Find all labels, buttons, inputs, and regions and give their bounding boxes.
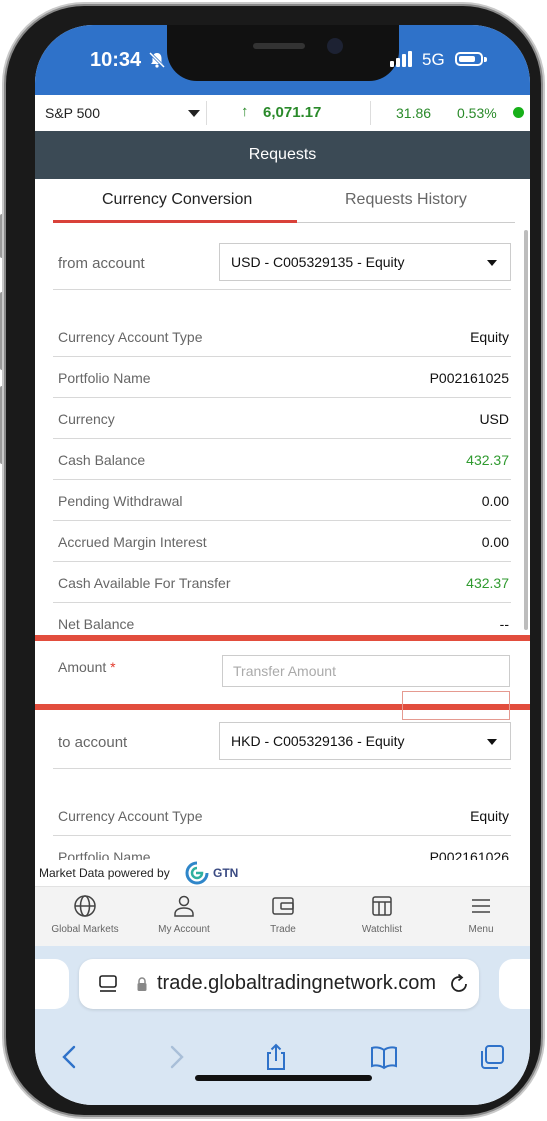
to-account-row: to account HKD - C005329136 - Equity <box>53 715 511 769</box>
active-tab-indicator <box>53 220 297 223</box>
to-account-value: HKD - C005329136 - Equity <box>231 733 405 749</box>
info-value: USD <box>479 411 509 427</box>
gtn-brand: GTN <box>213 866 239 880</box>
from-account-value: USD - C005329135 - Equity <box>231 254 405 270</box>
next-tab-preview[interactable] <box>499 959 530 1009</box>
info-label: Currency <box>58 411 115 427</box>
status-bar: 10:34 5G <box>35 25 530 95</box>
front-camera <box>327 38 343 54</box>
bookmarks-icon[interactable] <box>369 1042 399 1072</box>
from-account-select[interactable]: USD - C005329135 - Equity <box>219 243 511 281</box>
wallet-icon <box>272 897 294 915</box>
url-text: trade.globaltradingnetwork.com <box>157 972 437 994</box>
market-status-dot <box>513 107 524 118</box>
from-account-row: from account USD - C005329135 - Equity <box>53 236 511 290</box>
nav-menu[interactable]: Menu <box>436 893 526 935</box>
ticker-percent: 0.53% <box>457 105 497 121</box>
index-ticker: S&P 500 ↑ 6,071.17 31.86 0.53% <box>35 95 530 131</box>
from-currency-account-type-row: Currency Account Type Equity <box>53 316 511 357</box>
lock-icon <box>137 977 147 991</box>
previous-tab-preview[interactable] <box>35 959 69 1009</box>
pending-withdrawal-row: Pending Withdrawal 0.00 <box>53 480 511 521</box>
info-label: Net Balance <box>58 616 135 632</box>
status-time: 10:34 <box>90 49 142 71</box>
nav-trade[interactable]: Trade <box>238 893 328 935</box>
bell-muted-icon <box>148 51 166 69</box>
info-value: -- <box>499 616 509 632</box>
nav-global-markets[interactable]: Global Markets <box>40 893 130 935</box>
nav-label: My Account <box>158 924 210 935</box>
info-label: Pending Withdrawal <box>58 493 183 509</box>
ticker-index-name[interactable]: S&P 500 <box>45 105 100 121</box>
tabs-icon[interactable] <box>477 1042 507 1072</box>
info-value: 432.37 <box>466 575 509 591</box>
page-title: Requests <box>35 131 530 179</box>
reload-icon[interactable] <box>447 972 471 996</box>
bottom-nav: Global Markets My Account Trade Watchlis… <box>35 886 530 946</box>
share-icon[interactable] <box>261 1042 291 1072</box>
info-value: Equity <box>470 808 509 824</box>
info-label: Portfolio Name <box>58 370 151 386</box>
info-label: Cash Available For Transfer <box>58 575 231 591</box>
cash-balance-row: Cash Balance 432.37 <box>53 439 511 480</box>
chevron-down-icon <box>487 739 497 745</box>
arrow-up-icon: ↑ <box>241 103 249 120</box>
tab-bar: Currency Conversion Requests History <box>35 179 530 225</box>
from-currency-row: Currency USD <box>53 398 511 439</box>
nav-label: Menu <box>468 924 494 935</box>
globe-icon <box>74 895 96 917</box>
home-indicator[interactable] <box>195 1075 372 1081</box>
nav-label: Watchlist <box>361 924 403 935</box>
address-bar[interactable]: trade.globaltradingnetwork.com <box>79 959 479 1009</box>
battery-icon <box>455 52 483 66</box>
to-account-select[interactable]: HKD - C005329136 - Equity <box>219 722 511 760</box>
info-label: Currency Account Type <box>58 808 203 824</box>
ticker-divider <box>206 101 207 125</box>
ticker-value: 6,071.17 <box>263 104 322 121</box>
accrued-margin-interest-row: Accrued Margin Interest 0.00 <box>53 521 511 562</box>
network-label: 5G <box>422 50 445 69</box>
forward-icon[interactable] <box>161 1042 191 1072</box>
conversion-form: from account USD - C005329135 - Equity C… <box>35 225 530 865</box>
nav-watchlist[interactable]: Watchlist <box>337 893 427 935</box>
phone-screen: 10:34 5G S&P 500 ↑ 6,071.17 31.86 0.53% <box>35 25 530 1105</box>
ticker-change: 31.86 <box>396 105 432 121</box>
info-value: 0.00 <box>481 493 509 509</box>
content-scrollbar[interactable] <box>524 230 528 630</box>
market-data-text: Market Data powered by <box>39 866 170 880</box>
info-label: Accrued Margin Interest <box>58 534 207 550</box>
market-data-credit: Market Data powered by GTN <box>35 860 530 886</box>
watchlist-icon <box>372 896 392 916</box>
notch-speaker <box>253 43 305 49</box>
person-icon <box>174 895 194 917</box>
from-portfolio-name-row: Portfolio Name P002161025 <box>53 357 511 398</box>
chevron-down-icon[interactable] <box>188 110 200 117</box>
to-currency-account-type-row: Currency Account Type Equity <box>53 795 511 836</box>
nav-label: Global Markets <box>51 924 119 935</box>
to-account-label: to account <box>58 734 128 751</box>
info-value: 0.00 <box>481 534 509 550</box>
browser-toolbar: trade.globaltradingnetwork.com <box>35 946 530 1105</box>
tab-requests-history[interactable]: Requests History <box>345 191 467 209</box>
info-value: P002161025 <box>429 370 509 386</box>
nav-label: Trade <box>270 924 296 935</box>
from-account-label: from account <box>58 255 145 272</box>
tab-divider <box>297 222 515 223</box>
info-value: 432.37 <box>466 452 509 468</box>
menu-icon <box>472 899 490 913</box>
info-label: Cash Balance <box>58 452 146 468</box>
info-label: Currency Account Type <box>58 329 203 345</box>
chevron-down-icon <box>487 260 497 266</box>
back-icon[interactable] <box>55 1042 85 1072</box>
gtn-logo-icon <box>185 861 209 885</box>
signal-icon <box>390 51 412 67</box>
camera-notch <box>167 25 399 81</box>
ticker-divider <box>370 101 371 125</box>
tab-currency-conversion[interactable]: Currency Conversion <box>102 191 252 209</box>
cash-available-row: Cash Available For Transfer 432.37 <box>53 562 511 603</box>
nav-my-account[interactable]: My Account <box>139 893 229 935</box>
battery-tip <box>484 57 487 62</box>
info-value: Equity <box>470 329 509 345</box>
reader-icon[interactable] <box>97 973 119 995</box>
